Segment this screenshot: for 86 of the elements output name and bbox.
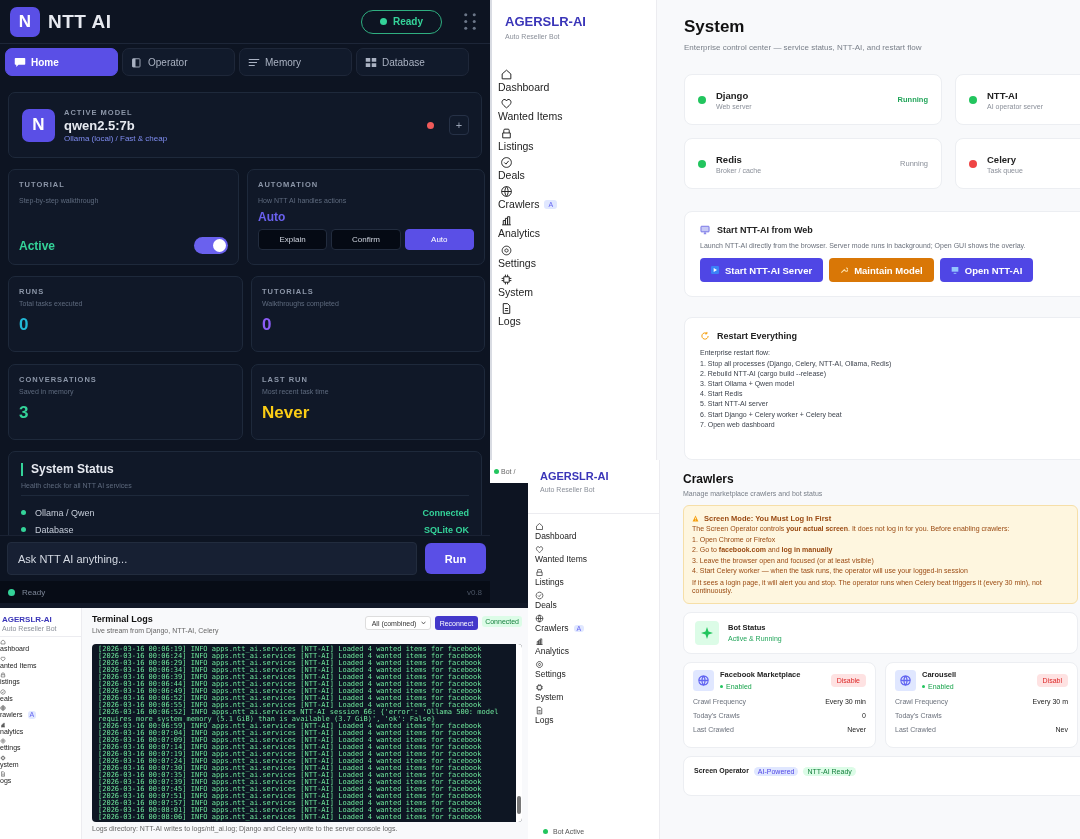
tutorial-state: Active bbox=[19, 238, 56, 253]
service-name: Redis bbox=[716, 153, 743, 165]
nav-link[interactable]: Deals bbox=[498, 168, 525, 181]
mode-button[interactable]: Confirm bbox=[331, 229, 401, 250]
page-title: System bbox=[684, 17, 746, 37]
nav-tab[interactable]: Database bbox=[356, 48, 469, 76]
stat-value: 0 bbox=[262, 315, 273, 335]
chip-icon[interactable] bbox=[535, 683, 544, 692]
model-provider: Ollama (local) / Fast & cheap bbox=[64, 133, 168, 143]
action-button[interactable]: Start NTT-AI Server bbox=[700, 258, 824, 282]
tutorial-toggle[interactable] bbox=[194, 237, 228, 254]
status-dot bbox=[494, 469, 499, 474]
service-name: Celery bbox=[987, 153, 1018, 165]
status-text: Ready bbox=[393, 16, 423, 27]
section-title: Start NTT-AI from Web bbox=[717, 225, 813, 235]
logo-badge: N bbox=[10, 6, 40, 37]
mode-button[interactable]: Auto bbox=[404, 229, 474, 250]
service-name: Database bbox=[35, 524, 74, 535]
page-title: Crawlers bbox=[683, 472, 735, 486]
nav-link[interactable]: Settings bbox=[535, 669, 566, 679]
chat-icon bbox=[14, 56, 26, 68]
stat-value: 0 bbox=[19, 315, 30, 335]
prompt-field[interactable]: Ask NTT AI anything... bbox=[7, 542, 418, 575]
panel-icon bbox=[131, 56, 143, 68]
monitor-icon bbox=[950, 266, 959, 274]
heart-icon[interactable] bbox=[535, 545, 544, 554]
service-status: SQLite OK bbox=[424, 524, 469, 535]
page-title: Terminal Logs bbox=[92, 614, 154, 624]
brand-name: AGERSLR-AI bbox=[540, 470, 610, 482]
heart-icon[interactable] bbox=[500, 97, 513, 111]
nav-link[interactable]: Dashboard bbox=[498, 81, 550, 93]
nav-link[interactable]: Logs bbox=[498, 315, 521, 328]
tray-icon[interactable] bbox=[535, 568, 544, 577]
brand-name: AGERSLR-AI bbox=[505, 14, 587, 29]
nav-link[interactable]: System bbox=[498, 286, 533, 299]
refresh-icon bbox=[700, 331, 710, 342]
stat-value: Never bbox=[262, 403, 311, 423]
nav-link[interactable]: Wanted Items bbox=[498, 110, 563, 123]
nav-link[interactable]: Settings bbox=[498, 256, 536, 269]
service-name: NTT-AI bbox=[987, 89, 1019, 101]
status-dot bbox=[543, 829, 548, 834]
service-name: Django bbox=[716, 89, 750, 101]
run-button[interactable]: Run bbox=[425, 543, 486, 574]
stat-value: 3 bbox=[19, 403, 30, 423]
section-title: System Status bbox=[31, 462, 114, 476]
nav-link[interactable]: Listings bbox=[535, 577, 564, 587]
scrollbar[interactable] bbox=[516, 644, 522, 822]
nav-link[interactable]: Logs bbox=[535, 715, 554, 725]
list-icon bbox=[248, 56, 260, 68]
nav-link[interactable]: Crawlers bbox=[535, 623, 569, 633]
nav-link[interactable]: Listings bbox=[498, 139, 534, 152]
nav-link[interactable]: Deals bbox=[535, 600, 557, 610]
service-status: Connected bbox=[422, 507, 469, 518]
nav-tab[interactable]: Operator bbox=[122, 48, 235, 76]
play-icon bbox=[711, 266, 719, 274]
nav-link[interactable]: System bbox=[535, 692, 564, 702]
section-title: Restart Everything bbox=[717, 331, 798, 342]
status-dot bbox=[380, 18, 387, 25]
status-dot bbox=[8, 588, 15, 596]
warning-icon bbox=[692, 515, 699, 522]
add-button[interactable]: + bbox=[449, 115, 469, 135]
version-label: v0.8 bbox=[466, 587, 482, 597]
dots-grid-icon[interactable] bbox=[464, 13, 476, 30]
nav-link[interactable]: Crawlers bbox=[498, 198, 540, 211]
action-button[interactable]: Open NTT-AI bbox=[939, 258, 1034, 282]
grid-icon bbox=[365, 56, 377, 68]
monitor-icon bbox=[700, 225, 710, 235]
chevron-icon bbox=[420, 621, 426, 625]
page-subtitle: Enterprise control center — service status, NTT-AI, and restart flow bbox=[684, 43, 923, 52]
service-name: Ollama / Qwen bbox=[35, 507, 95, 518]
sparkle-icon bbox=[695, 620, 719, 645]
status-text: Ready bbox=[22, 587, 46, 597]
nav-tab[interactable]: Memory bbox=[239, 48, 352, 76]
nav-link[interactable]: Wanted Items bbox=[535, 554, 588, 564]
nav-tab[interactable]: Home bbox=[5, 48, 118, 76]
tray-icon[interactable] bbox=[500, 126, 513, 140]
nav-link[interactable]: Dashboard bbox=[535, 531, 577, 541]
model-name: qwen2.5:7b bbox=[64, 117, 136, 133]
nav-link[interactable]: Analytics bbox=[535, 646, 569, 656]
app-title: NTT AI bbox=[48, 10, 112, 33]
nav-link[interactable]: Analytics bbox=[498, 227, 540, 240]
chip-icon[interactable] bbox=[500, 273, 513, 287]
brand-name: AGERSLR-AI bbox=[2, 615, 53, 624]
automation-mode: Auto bbox=[258, 210, 287, 224]
model-logo: N bbox=[22, 108, 55, 142]
mode-button[interactable]: Explain bbox=[258, 229, 328, 250]
